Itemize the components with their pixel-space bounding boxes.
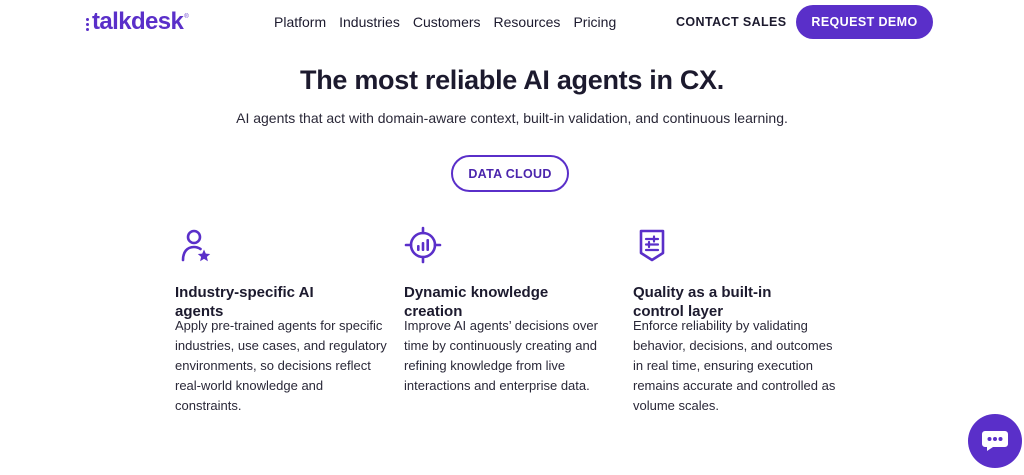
contact-sales-link[interactable]: CONTACT SALES bbox=[676, 15, 787, 30]
main-menu: Platform Industries Customers Resources … bbox=[274, 13, 616, 31]
logo-registered-mark: ® bbox=[184, 14, 189, 20]
logo-dots-icon bbox=[86, 17, 89, 31]
feature-card-industry-agents: Industry-specific AI agents Apply pre-tr… bbox=[175, 226, 390, 413]
chat-bubble-icon bbox=[982, 431, 1008, 451]
top-nav: talkdesk ® Platform Industries Customers… bbox=[0, 0, 1024, 44]
hero-title: The most reliable AI agents in CX. bbox=[300, 65, 724, 95]
menu-item-platform[interactable]: Platform bbox=[274, 13, 326, 31]
feature-card-knowledge-creation: Dynamic knowledge creation Improve AI ag… bbox=[404, 226, 619, 393]
feature-body: Improve AI agents’ decisions over time b… bbox=[404, 318, 598, 393]
user-star-icon bbox=[181, 229, 211, 262]
menu-item-customers[interactable]: Customers bbox=[413, 13, 481, 31]
feature-card-quality-control: Quality as a built-in control layer Enfo… bbox=[633, 226, 848, 413]
data-cloud-button[interactable]: DATA CLOUD bbox=[451, 155, 569, 192]
target-chart-icon bbox=[404, 226, 442, 264]
menu-item-pricing[interactable]: Pricing bbox=[573, 13, 616, 31]
feature-body: Enforce reliability by validating behavi… bbox=[633, 318, 836, 413]
request-demo-button[interactable]: REQUEST DEMO bbox=[796, 5, 933, 39]
logo-text: talkdesk bbox=[92, 8, 184, 35]
shield-sliders-icon bbox=[639, 229, 665, 262]
menu-item-resources[interactable]: Resources bbox=[494, 13, 561, 31]
menu-item-industries[interactable]: Industries bbox=[339, 13, 400, 31]
hero-subtitle: AI agents that act with domain-aware con… bbox=[236, 110, 788, 126]
chat-launcher-button[interactable] bbox=[968, 414, 1022, 468]
feature-body: Apply pre-trained agents for specific in… bbox=[175, 318, 387, 413]
talkdesk-logo[interactable]: talkdesk ® bbox=[86, 9, 189, 35]
